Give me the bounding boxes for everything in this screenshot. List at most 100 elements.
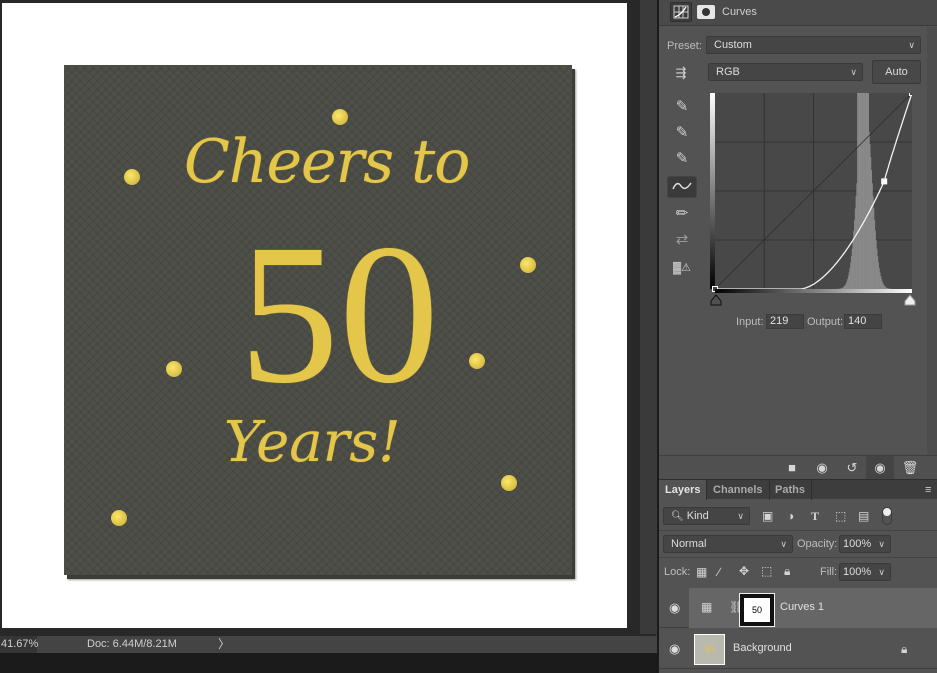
properties-header: Curves	[659, 0, 937, 26]
fill-value: 100%	[843, 566, 872, 578]
layer-name[interactable]: Background	[733, 642, 792, 654]
preset-dropdown[interactable]: Custom ∨	[706, 36, 921, 54]
layer-name[interactable]: Curves 1	[780, 601, 824, 613]
mask-icon[interactable]	[697, 5, 715, 19]
divider	[659, 557, 937, 558]
output-label: Output:	[807, 316, 844, 328]
tab-layers[interactable]: Layers	[659, 480, 708, 500]
input-label: Input:	[736, 316, 764, 328]
pencil-draw-icon[interactable]: ✏	[667, 203, 697, 225]
black-point-eyedropper-icon[interactable]: ✎	[667, 96, 697, 118]
document-window: Cheers to 50 Years! 41.67% Doc: 6.44M/8.…	[0, 0, 657, 653]
image-text-50: 50	[239, 204, 439, 425]
chevron-down-icon: ∨	[737, 511, 744, 521]
filter-kind-dropdown[interactable]: 🔍︎ Kind ∨	[663, 507, 750, 525]
filter-kind-value: Kind	[686, 510, 709, 522]
reset-icon[interactable]: ↺	[841, 459, 863, 477]
auto-button[interactable]: Auto	[872, 60, 921, 84]
search-icon: 🔍︎	[671, 511, 684, 522]
eye-icon[interactable]: ◉	[669, 641, 680, 657]
gold-dot	[520, 257, 536, 273]
output-gradient-bar	[710, 93, 715, 289]
fill-field[interactable]: 100% ∨	[839, 563, 891, 581]
visibility-icon[interactable]: ◉	[866, 456, 894, 480]
canvas-area[interactable]: Cheers to 50 Years!	[0, 0, 640, 634]
curve-control-point[interactable]	[881, 178, 888, 185]
gray-point-eyedropper-icon[interactable]: ✎	[667, 122, 697, 144]
gold-dot	[501, 475, 517, 491]
chevron-down-icon: ∨	[878, 567, 885, 577]
blend-mode-dropdown[interactable]: Normal ∨	[663, 535, 793, 553]
preset-label: Preset:	[667, 40, 702, 52]
properties-scrollbar[interactable]	[927, 27, 937, 455]
view-previous-state-icon[interactable]: ◉	[811, 459, 833, 477]
status-bar: 41.67% Doc: 6.44M/8.21M 〉	[0, 636, 657, 653]
curves-adjustment-icon[interactable]	[670, 2, 692, 22]
status-menu-arrow-icon[interactable]: 〉	[218, 636, 230, 653]
smart-object-filter-icon[interactable]: ▤	[858, 509, 869, 523]
filter-toggle[interactable]	[882, 507, 892, 525]
vertical-scrollbar[interactable]	[640, 0, 657, 634]
tab-paths[interactable]: Paths	[769, 480, 812, 500]
image-text-years: Years!	[224, 410, 401, 475]
blend-mode-value: Normal	[671, 538, 707, 550]
clip-to-layer-icon[interactable]: ■	[781, 459, 803, 477]
output-field[interactable]: 140	[844, 314, 882, 329]
lock-artboard-icon[interactable]: ⬚	[761, 564, 772, 578]
adjustment-filter-icon[interactable]: ◑	[787, 509, 794, 523]
lock-transparent-pixels-icon[interactable]: ▦	[696, 565, 707, 579]
divider	[659, 530, 937, 531]
gold-dot	[124, 169, 140, 185]
layer-row-curves[interactable]: ◉ ▦ ⛓︎ 50 Curves 1	[659, 588, 937, 628]
pixel-filter-icon[interactable]: ▣	[762, 509, 773, 523]
gold-dot	[332, 109, 348, 125]
eye-icon[interactable]: ◉	[669, 600, 680, 616]
curves-layer-icon: ▦	[701, 600, 713, 614]
chevron-down-icon: ∨	[850, 67, 857, 77]
curve-control-point[interactable]	[909, 93, 913, 96]
edit-points-icon[interactable]	[667, 176, 697, 198]
curves-graph[interactable]	[710, 93, 912, 293]
preset-value: Custom	[714, 39, 752, 51]
canvas[interactable]: Cheers to 50 Years!	[2, 3, 627, 628]
zoom-level-field[interactable]: 41.67%	[0, 636, 38, 653]
gold-dot	[166, 361, 182, 377]
panel-menu-icon[interactable]: ≡	[925, 484, 931, 496]
chevron-down-icon: ∨	[908, 40, 915, 50]
delete-icon[interactable]: 🗑	[899, 459, 921, 477]
smooth-icon[interactable]: ⇄	[667, 229, 697, 251]
lock-all-icon[interactable]: 🔒︎	[784, 564, 790, 579]
chevron-down-icon: ∨	[878, 539, 885, 549]
layers-panel-tabs: Layers Channels Paths ≡	[659, 479, 937, 500]
fill-label: Fill:	[820, 566, 838, 578]
white-point-eyedropper-icon[interactable]: ✎	[667, 148, 697, 170]
input-field[interactable]: 219	[766, 314, 804, 329]
properties-title: Curves	[722, 6, 757, 18]
layer-lock-icon: 🔒︎	[901, 642, 908, 656]
black-point-slider[interactable]	[710, 294, 722, 306]
layer-row-background[interactable]: ◉ 50 Background 🔒︎	[659, 629, 937, 669]
opacity-value: 100%	[843, 538, 872, 550]
on-image-adjust-icon[interactable]: ⇶	[671, 65, 691, 81]
layer-mask-thumbnail[interactable]: 50	[739, 593, 775, 627]
channel-dropdown[interactable]: RGB ∨	[708, 63, 863, 81]
napkin-image: Cheers to 50 Years!	[64, 65, 572, 575]
right-panel: Curves Preset: Custom ∨ ⇶ RGB ∨ Auto ✎ ✎…	[659, 0, 937, 673]
image-text-cheers: Cheers to	[184, 127, 470, 197]
clipping-warning-icon[interactable]: ▓⚠	[667, 257, 697, 279]
channel-value: RGB	[716, 66, 740, 78]
input-gradient-bar	[715, 289, 912, 293]
doc-size-readout: Doc: 6.44M/8.21M	[87, 638, 177, 650]
gold-dot	[111, 510, 127, 526]
layer-thumbnail[interactable]: 50	[694, 634, 725, 665]
lock-position-icon[interactable]: ✥	[739, 564, 749, 578]
type-filter-icon[interactable]: T	[811, 509, 819, 524]
gold-dot	[469, 353, 485, 369]
lock-image-pixels-icon[interactable]: ∕	[718, 565, 720, 579]
tab-channels[interactable]: Channels	[707, 480, 770, 500]
opacity-field[interactable]: 100% ∨	[839, 535, 891, 553]
shape-filter-icon[interactable]: ⬚	[835, 509, 846, 523]
opacity-label: Opacity:	[797, 538, 838, 550]
properties-footer: ■ ◉ ↺ ◉ 🗑	[659, 455, 937, 480]
white-point-slider[interactable]	[904, 294, 916, 306]
